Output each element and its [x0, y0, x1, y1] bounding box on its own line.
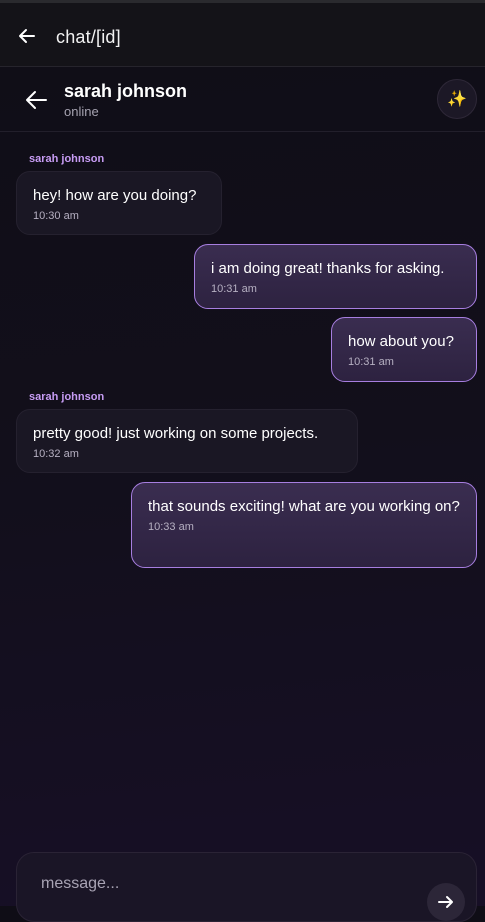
message-bubble-outgoing: i am doing great! thanks for asking. 10:… [194, 244, 477, 309]
message-time: 10:32 am [33, 448, 79, 460]
contact-name: sarah johnson [64, 81, 188, 101]
sparkles-icon: ✨ [447, 91, 467, 108]
contact-status: online [64, 104, 99, 119]
message-sender: sarah johnson [29, 391, 105, 403]
message-text: pretty good! just working on some projec… [33, 425, 319, 442]
message-text: how about you? [348, 333, 454, 350]
message-sender: sarah johnson [29, 153, 105, 165]
send-button[interactable] [427, 883, 465, 921]
app-topbar: chat/[id] [0, 0, 485, 67]
message-input[interactable] [41, 875, 401, 893]
ai-assist-button[interactable]: ✨ [437, 79, 477, 119]
message-bubble-incoming: hey! how are you doing? 10:30 am [16, 171, 222, 235]
chat-back-button[interactable] [24, 89, 48, 111]
chat-header: sarah johnson online ✨ [0, 67, 485, 132]
arrow-right-icon [438, 896, 453, 908]
arrow-left-icon [19, 29, 35, 43]
message-time: 10:33 am [148, 521, 194, 533]
message-bubble-incoming: pretty good! just working on some projec… [16, 409, 358, 473]
message-time: 10:30 am [33, 210, 79, 222]
message-bubble-outgoing: how about you? 10:31 am [331, 317, 477, 382]
message-text: hey! how are you doing? [33, 187, 197, 204]
message-text: that sounds exciting! what are you worki… [148, 498, 460, 515]
arrow-left-icon [26, 91, 47, 109]
chat-screen: sarah johnson online ✨ sarah johnson hey… [0, 67, 485, 922]
message-composer [16, 852, 477, 922]
message-bubble-outgoing: that sounds exciting! what are you worki… [131, 482, 477, 568]
message-text: i am doing great! thanks for asking. [211, 260, 445, 277]
route-title: chat/[id] [56, 27, 121, 47]
back-button[interactable] [16, 25, 38, 47]
message-time: 10:31 am [348, 356, 394, 368]
message-time: 10:31 am [211, 283, 257, 295]
